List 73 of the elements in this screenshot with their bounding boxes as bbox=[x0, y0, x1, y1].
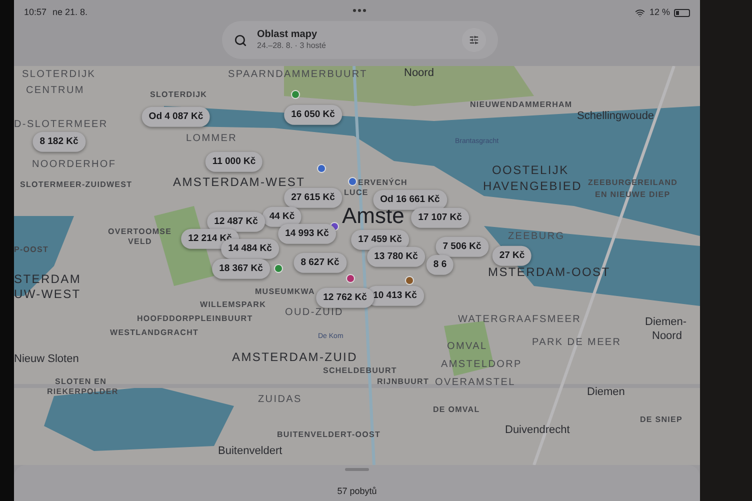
map-label: LUCE bbox=[344, 189, 368, 197]
map-label: SCHELDEBUURT bbox=[323, 367, 397, 375]
map-label: RIJNBUURT bbox=[377, 378, 429, 386]
map-label: BUITENVELDERT-OOST bbox=[277, 431, 381, 439]
bottom-sheet[interactable]: 57 pobytů bbox=[14, 465, 700, 501]
price-pin[interactable]: 8 627 Kč bbox=[294, 252, 346, 274]
map-label: DE SNIEP bbox=[640, 416, 682, 424]
price-pin[interactable]: 18 367 Kč bbox=[212, 258, 270, 280]
map-label: CENTRUM bbox=[26, 86, 84, 96]
map-label: Diemen- bbox=[645, 317, 687, 328]
price-pin[interactable]: 11 000 Kč bbox=[205, 152, 263, 172]
map-label: AMSTELDORP bbox=[441, 360, 522, 370]
search-bar[interactable]: Oblast mapy 24.–28. 8. · 3 hosté bbox=[222, 21, 498, 59]
map-label: ERVENÝCH bbox=[358, 179, 408, 187]
price-pin[interactable]: 14 993 Kč bbox=[278, 224, 336, 244]
map-label: HAVENGEBIED bbox=[483, 180, 582, 192]
search-title: Oblast mapy bbox=[257, 29, 318, 42]
map-label: UW-WEST bbox=[14, 288, 81, 300]
map-label: ZUIDAS bbox=[258, 395, 302, 405]
map-label: D-SLOTERMEER bbox=[14, 120, 108, 130]
map-label: PARK DE MEER bbox=[532, 338, 622, 348]
price-pin[interactable]: Od 16 661 Kč bbox=[373, 190, 447, 210]
map-label: WESTLANDGRACHT bbox=[110, 329, 199, 337]
map-label: SLOTEN EN bbox=[55, 378, 107, 386]
map-label: Noord bbox=[652, 331, 682, 342]
search-icon bbox=[234, 34, 247, 46]
battery-level: 12 % bbox=[649, 6, 670, 19]
filter-icon bbox=[469, 35, 479, 45]
map-label: HOOFDDORPPLEINBUURT bbox=[137, 315, 253, 323]
sheet-handle[interactable] bbox=[345, 468, 369, 471]
map-label: SLOTERDIJK bbox=[22, 70, 96, 80]
price-pin[interactable]: 12 762 Kč bbox=[316, 288, 374, 308]
map-label: OVERAMSTEL bbox=[435, 378, 516, 388]
map-label: OVERTOOMSE bbox=[108, 228, 172, 236]
battery-icon bbox=[674, 8, 690, 17]
map-label: RIEKERPOLDER bbox=[47, 388, 118, 396]
map-label: SLOTERMEER-ZUIDWEST bbox=[20, 181, 132, 189]
map-label: Noord bbox=[404, 68, 434, 79]
map-label: Diemen bbox=[587, 387, 625, 398]
price-pin[interactable]: 7 506 Kč bbox=[436, 236, 488, 258]
map-label: Schellingwoude bbox=[577, 111, 654, 122]
map-label: DE OMVAL bbox=[433, 406, 480, 414]
map-label: WILLEMSPARK bbox=[200, 301, 266, 309]
map-label: NIEUWENDAMMERHAM bbox=[470, 101, 572, 109]
status-date: ne 21. 8. bbox=[52, 6, 88, 19]
status-time: 10:57 bbox=[24, 6, 47, 19]
map-label: SLOTERDIJK bbox=[150, 91, 208, 99]
map-label: ZEEBURG bbox=[508, 232, 565, 242]
map-label: OMVAL bbox=[447, 342, 488, 352]
price-pin[interactable]: Od 4 087 Kč bbox=[142, 106, 210, 128]
price-pin[interactable]: 8 182 Kč bbox=[32, 132, 86, 152]
map-label: Buitenveldert bbox=[218, 446, 282, 457]
map-label: Nieuw Sloten bbox=[14, 354, 79, 365]
map-label: NOORDERHOF bbox=[32, 160, 116, 170]
results-count: 57 pobytů bbox=[337, 485, 377, 498]
map-label: P-OOST bbox=[14, 246, 49, 254]
map-label: VELD bbox=[128, 238, 152, 246]
price-pin[interactable]: 17 107 Kč bbox=[411, 208, 469, 228]
map-label: OUD-ZUID bbox=[285, 308, 344, 318]
map-label: WATERGRAAFSMEER bbox=[458, 315, 582, 325]
map-label: Duivendrecht bbox=[505, 425, 570, 436]
map-label: LOMMER bbox=[186, 134, 238, 144]
price-pin[interactable]: 16 050 Kč bbox=[284, 104, 342, 126]
more-dots-icon[interactable] bbox=[353, 9, 366, 12]
map-label: AMSTERDAM-WEST bbox=[173, 176, 306, 188]
search-subtitle: 24.–28. 8. · 3 hosté bbox=[257, 41, 327, 51]
price-pin[interactable]: 27 615 Kč bbox=[284, 188, 342, 208]
map-label: AMSTERDAM-ZUID bbox=[232, 351, 358, 363]
price-pin[interactable]: 13 780 Kč bbox=[367, 246, 425, 268]
map-label: MUSEUMKWA bbox=[255, 288, 315, 296]
map-label: OOSTELIJK bbox=[492, 164, 569, 176]
filter-button[interactable] bbox=[462, 28, 486, 52]
wifi-icon bbox=[635, 8, 646, 18]
